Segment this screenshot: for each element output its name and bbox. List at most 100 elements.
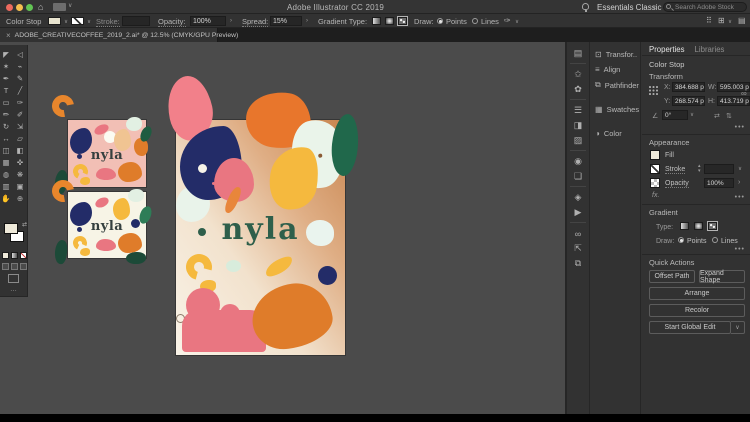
shaper-tool-icon[interactable]: ✐ bbox=[14, 108, 27, 120]
blend-tool-icon[interactable]: ◍ bbox=[0, 168, 13, 180]
reference-point-icon[interactable] bbox=[649, 86, 658, 95]
shape-green-bottom[interactable] bbox=[126, 252, 146, 264]
panel-menu-icon[interactable]: ▤ bbox=[738, 16, 746, 25]
libraries-panel-icon[interactable]: ⧉ bbox=[570, 256, 586, 271]
gradient-tool-icon[interactable]: ◧ bbox=[14, 144, 27, 156]
tab-properties[interactable]: Properties bbox=[649, 45, 685, 55]
shape-mint-corner[interactable] bbox=[126, 117, 142, 131]
more-options-icon[interactable]: ••• bbox=[735, 124, 745, 131]
flip-vertical-icon[interactable]: ⇅ bbox=[726, 112, 732, 120]
stroke-label[interactable]: Stroke: bbox=[96, 17, 120, 26]
shape-yellow-blob[interactable] bbox=[113, 198, 130, 220]
shape-pink-bottom[interactable] bbox=[96, 239, 116, 251]
rectangle-tool-icon[interactable]: ▭ bbox=[0, 96, 13, 108]
fill-label[interactable]: Fill bbox=[665, 152, 674, 159]
freeform-gradient-button[interactable] bbox=[708, 222, 717, 230]
shape-green-leaf[interactable] bbox=[139, 125, 153, 143]
pen-tool-icon[interactable]: ✒ bbox=[0, 72, 13, 84]
pencil-tool-icon[interactable]: ✏ bbox=[0, 108, 13, 120]
opacity-label[interactable]: Opacity: bbox=[158, 17, 186, 26]
export-panel-icon[interactable]: ⇱ bbox=[570, 241, 586, 256]
touch-workspace-icon[interactable]: ⠿ bbox=[706, 16, 712, 25]
free-transform-tool-icon[interactable]: ▱ bbox=[14, 132, 27, 144]
appearance-panel-icon[interactable]: ◉ bbox=[570, 154, 586, 169]
draw-normal-icon[interactable] bbox=[2, 263, 9, 270]
minimize-window-button[interactable] bbox=[16, 4, 23, 11]
home-icon[interactable]: ⌂ bbox=[38, 2, 43, 12]
panel-button-pathfinder[interactable]: ⧉ Pathfinder bbox=[591, 77, 640, 93]
document-switcher-icon[interactable] bbox=[53, 3, 66, 11]
shape-mint-circle-right[interactable] bbox=[306, 220, 334, 246]
stroke-swatch[interactable] bbox=[71, 17, 84, 25]
screen-mode-icon[interactable] bbox=[8, 274, 19, 283]
points-radio[interactable] bbox=[678, 237, 684, 243]
artboard-tool-icon[interactable]: ▣ bbox=[14, 180, 27, 192]
shape-mint-small-blob[interactable] bbox=[226, 260, 241, 272]
none-button[interactable] bbox=[20, 252, 27, 259]
y-field[interactable]: 268.574 px bbox=[672, 96, 705, 106]
expand-icon[interactable]: › bbox=[230, 18, 232, 24]
tab-libraries[interactable]: Libraries bbox=[695, 45, 725, 55]
radial-gradient-button[interactable] bbox=[385, 17, 394, 25]
shape-pink-bottom[interactable] bbox=[96, 168, 116, 180]
opacity-field[interactable]: 100% bbox=[704, 178, 734, 188]
gradient-panel-icon[interactable]: ◨ bbox=[570, 118, 586, 133]
stroke-swatch[interactable] bbox=[650, 164, 660, 174]
stepper-down-icon[interactable]: ▾ bbox=[698, 168, 701, 174]
shape-green-blob-right[interactable] bbox=[329, 113, 361, 177]
symbols-panel-icon[interactable]: ✩ bbox=[570, 67, 586, 82]
constrain-proportions-icon[interactable]: ∞ bbox=[741, 89, 747, 98]
panel-button-swatches[interactable]: ▦ Swatches bbox=[591, 102, 640, 117]
scale-tool-icon[interactable]: ⇲ bbox=[14, 120, 27, 132]
width-tool-icon[interactable]: ↔ bbox=[0, 132, 13, 144]
document-setup-panel-icon[interactable]: ▤ bbox=[570, 46, 586, 64]
opacity-field[interactable]: 100% bbox=[190, 16, 226, 26]
shape-orange-bottom[interactable] bbox=[118, 162, 142, 182]
start-global-edit-button[interactable]: Start Global Edit bbox=[649, 321, 731, 334]
poster-artboard[interactable]: nyla bbox=[176, 120, 345, 355]
recolor-button[interactable]: Recolor bbox=[649, 304, 745, 317]
shape-orange-u[interactable] bbox=[48, 91, 79, 122]
lasso-tool-icon[interactable]: ⌁ bbox=[14, 60, 27, 72]
hand-tool-icon[interactable]: ✋ bbox=[0, 192, 13, 204]
stroke-panel-icon[interactable]: ☰ bbox=[570, 103, 586, 118]
selection-tool-icon[interactable]: ◤ bbox=[0, 48, 13, 60]
effects-icon[interactable]: fx. bbox=[652, 192, 659, 199]
links-panel-icon[interactable]: ∞ bbox=[570, 226, 586, 241]
points-radio[interactable] bbox=[437, 18, 443, 24]
flip-horizontal-icon[interactable]: ⇄ bbox=[714, 112, 720, 120]
layers-panel-icon[interactable]: ◈ bbox=[570, 190, 586, 205]
chevron-down-icon[interactable]: ∨ bbox=[738, 166, 742, 172]
paintbrush-tool-icon[interactable]: ✑ bbox=[14, 96, 27, 108]
stroke-weight-field[interactable] bbox=[122, 16, 150, 26]
arrange-documents-icon[interactable]: ⊞ bbox=[718, 16, 725, 25]
lines-radio[interactable] bbox=[472, 18, 478, 24]
opacity-label[interactable]: Opacity bbox=[665, 180, 689, 188]
brush-definition-icon[interactable]: ✑ bbox=[504, 16, 511, 25]
mesh-tool-icon[interactable]: ▦ bbox=[0, 156, 13, 168]
card-brand-text[interactable]: nyla bbox=[68, 219, 146, 234]
shape-yellow-dot[interactable] bbox=[80, 248, 90, 256]
shape-yellow-squiggle[interactable] bbox=[263, 253, 295, 279]
x-field[interactable]: 384.688 px bbox=[672, 82, 705, 92]
offset-path-button[interactable]: Offset Path bbox=[649, 270, 695, 283]
fill-swatch[interactable] bbox=[650, 150, 660, 160]
card-brand-text[interactable]: nyla bbox=[68, 148, 146, 163]
business-card-1[interactable]: nyla bbox=[68, 120, 146, 187]
search-input[interactable]: Search Adobe Stock bbox=[663, 2, 747, 12]
shape-brown-dot[interactable] bbox=[318, 153, 323, 158]
draw-behind-icon[interactable] bbox=[11, 263, 18, 270]
draw-inside-icon[interactable] bbox=[20, 263, 27, 270]
fill-swatch[interactable] bbox=[48, 17, 61, 25]
actions-panel-icon[interactable]: ▶ bbox=[570, 205, 586, 223]
zoom-window-button[interactable] bbox=[26, 4, 33, 11]
swap-fill-stroke-icon[interactable]: ⇄ bbox=[22, 221, 27, 228]
type-tool-icon[interactable]: T bbox=[0, 84, 13, 96]
shape-orange-bottom[interactable] bbox=[118, 233, 142, 253]
global-edit-options-icon[interactable]: ∨ bbox=[731, 321, 745, 334]
line-tool-icon[interactable]: ╱ bbox=[14, 84, 27, 96]
edit-toolbar-icon[interactable]: … bbox=[10, 286, 17, 293]
document-tab[interactable]: × ADOBE_CREATIVECOFFEE_2019_2.ai* @ 12.5… bbox=[0, 28, 218, 42]
arrange-button[interactable]: Arrange bbox=[649, 287, 745, 300]
stroke-label[interactable]: Stroke bbox=[665, 166, 685, 174]
